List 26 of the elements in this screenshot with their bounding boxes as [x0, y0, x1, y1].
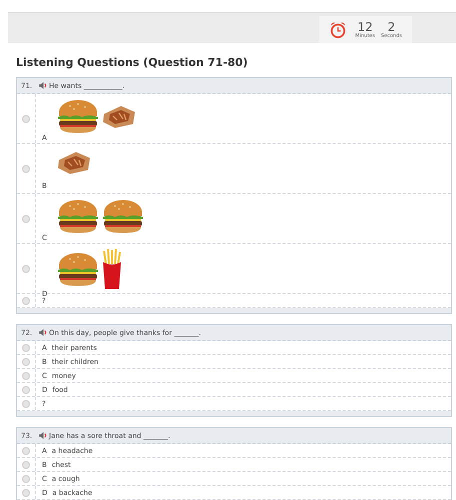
radio-button[interactable] [22, 358, 30, 366]
timer-seconds-value: 2 [388, 20, 396, 32]
radio-button[interactable] [22, 296, 30, 304]
radio-button[interactable] [22, 474, 30, 482]
radio-button[interactable] [22, 344, 30, 352]
radio-button[interactable] [22, 460, 30, 468]
burger-drawing [56, 98, 100, 134]
radio-button[interactable] [22, 264, 30, 272]
timer-minutes-value: 12 [358, 20, 373, 32]
speaker-icon[interactable] [39, 329, 48, 336]
radio-button[interactable] [22, 386, 30, 394]
fries-drawing [101, 248, 123, 290]
speaker-icon[interactable] [39, 432, 48, 439]
radio-button[interactable] [22, 488, 30, 496]
alarm-clock-icon [329, 20, 348, 38]
burger-drawing [56, 251, 100, 287]
radio-button[interactable] [22, 164, 30, 172]
radio-button[interactable] [22, 114, 30, 122]
section-title: Listening Questions (Question 71-80) [15, 55, 249, 71]
speaker-icon[interactable] [39, 82, 48, 89]
radio-button[interactable] [22, 214, 30, 222]
radio-button[interactable] [22, 400, 30, 408]
radio-button[interactable] [22, 372, 30, 380]
radio-button[interactable] [22, 446, 30, 454]
burger-drawing [56, 198, 100, 234]
burger-drawing [101, 198, 145, 234]
